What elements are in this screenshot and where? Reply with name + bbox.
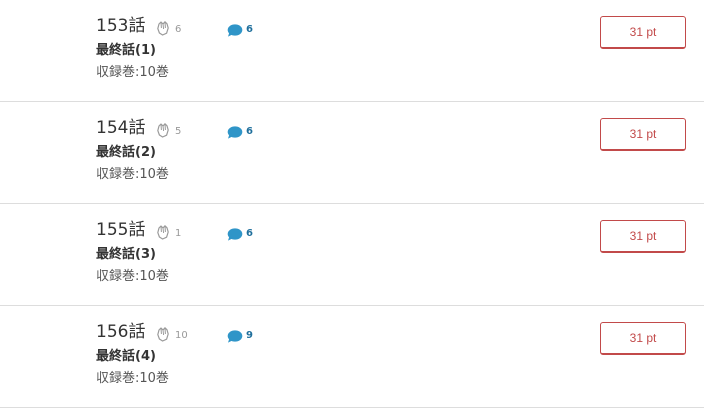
comment-count: 6 <box>246 24 253 35</box>
episode-list: 153話 6 6 最終話(1) 収録巻:10巻 31 pt 154話 5 6 最… <box>0 0 704 408</box>
episode-volume: 収録巻:10巻 <box>96 269 169 284</box>
episode-title: 153話 <box>96 16 146 36</box>
buy-button[interactable]: 31 pt <box>600 220 686 253</box>
comment-count: 6 <box>246 126 253 137</box>
buy-button[interactable]: 31 pt <box>600 16 686 49</box>
episode-volume: 収録巻:10巻 <box>96 167 169 182</box>
comment-count: 9 <box>246 330 253 341</box>
episode-subtitle: 最終話(3) <box>96 247 156 262</box>
clap-icon <box>154 121 172 139</box>
comment-bubble-icon <box>227 24 243 37</box>
buy-button[interactable]: 31 pt <box>600 118 686 151</box>
clap-count: 1 <box>175 228 182 239</box>
comment-bubble-icon <box>227 126 243 139</box>
episode-title: 156話 <box>96 322 146 342</box>
episode-row: 153話 6 6 最終話(1) 収録巻:10巻 31 pt <box>0 0 704 102</box>
comment-count: 6 <box>246 228 253 239</box>
clap-icon <box>154 223 172 241</box>
episode-volume: 収録巻:10巻 <box>96 65 169 80</box>
episode-row: 156話 10 9 最終話(4) 収録巻:10巻 31 pt <box>0 306 704 408</box>
clap-count: 6 <box>175 24 182 35</box>
comment-bubble-icon <box>227 330 243 343</box>
episode-row: 155話 1 6 最終話(3) 収録巻:10巻 31 pt <box>0 204 704 306</box>
buy-button[interactable]: 31 pt <box>600 322 686 355</box>
episode-volume: 収録巻:10巻 <box>96 371 169 386</box>
episode-title: 154話 <box>96 118 146 138</box>
episode-subtitle: 最終話(1) <box>96 43 156 58</box>
clap-count: 10 <box>175 330 188 341</box>
episode-row: 154話 5 6 最終話(2) 収録巻:10巻 31 pt <box>0 102 704 204</box>
episode-subtitle: 最終話(4) <box>96 349 156 364</box>
clap-icon <box>154 325 172 343</box>
episode-subtitle: 最終話(2) <box>96 145 156 160</box>
clap-icon <box>154 19 172 37</box>
episode-title: 155話 <box>96 220 146 240</box>
comment-bubble-icon <box>227 228 243 241</box>
clap-count: 5 <box>175 126 182 137</box>
